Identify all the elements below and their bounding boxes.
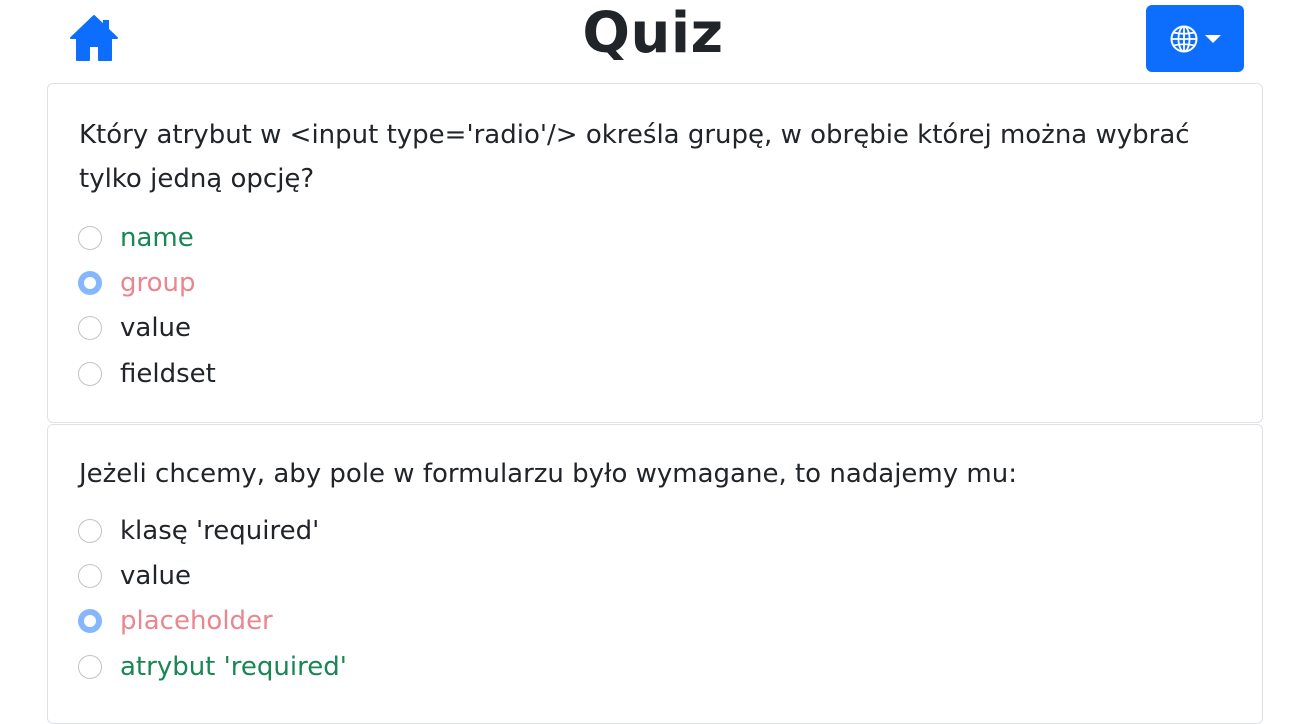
answer-label: value xyxy=(120,560,192,591)
answer-option[interactable]: klasę 'required' xyxy=(78,508,1232,553)
question-text: Jeżeli chcemy, aby pole w formularzu był… xyxy=(79,459,1017,489)
radio-button[interactable] xyxy=(78,361,102,386)
question-text: Który atrybut w <input type='radio'/> ok… xyxy=(79,120,1190,194)
answer-option[interactable]: value xyxy=(78,306,1232,351)
answer-option[interactable]: value xyxy=(78,553,1232,598)
question-card: Który atrybut w <input type='radio'/> ok… xyxy=(47,83,1263,423)
radio-button[interactable] xyxy=(78,225,102,250)
answer-option[interactable]: group xyxy=(78,260,1232,305)
answer-label: atrybut 'required' xyxy=(120,651,347,682)
answer-label: name xyxy=(120,222,194,253)
answer-option[interactable]: name xyxy=(78,215,1232,260)
caret-down-icon xyxy=(1205,34,1221,43)
answer-label: placeholder xyxy=(120,606,273,637)
answer-label: fieldset xyxy=(120,358,216,389)
radio-button-selected[interactable] xyxy=(78,270,102,295)
answer-label: value xyxy=(120,313,192,344)
header: Quiz xyxy=(0,0,1306,80)
answer-option[interactable]: placeholder xyxy=(78,599,1232,644)
answer-option[interactable]: atrybut 'required' xyxy=(78,644,1232,689)
radio-button[interactable] xyxy=(78,316,102,341)
answer-option[interactable]: fieldset xyxy=(78,351,1232,396)
page-title: Quiz xyxy=(582,1,724,66)
radio-button[interactable] xyxy=(78,563,102,588)
answer-label: klasę 'required' xyxy=(120,515,320,546)
language-dropdown-button[interactable] xyxy=(1146,5,1244,72)
question-card: Jeżeli chcemy, aby pole w formularzu był… xyxy=(47,424,1263,724)
answer-options: klasę 'required' value placeholder atryb… xyxy=(78,508,1232,689)
answer-options: name group value fieldset xyxy=(78,215,1232,396)
answer-label: group xyxy=(120,267,196,298)
radio-button[interactable] xyxy=(78,518,102,543)
globe-icon xyxy=(1170,25,1198,52)
radio-button-selected[interactable] xyxy=(78,609,102,634)
radio-button[interactable] xyxy=(78,654,102,679)
